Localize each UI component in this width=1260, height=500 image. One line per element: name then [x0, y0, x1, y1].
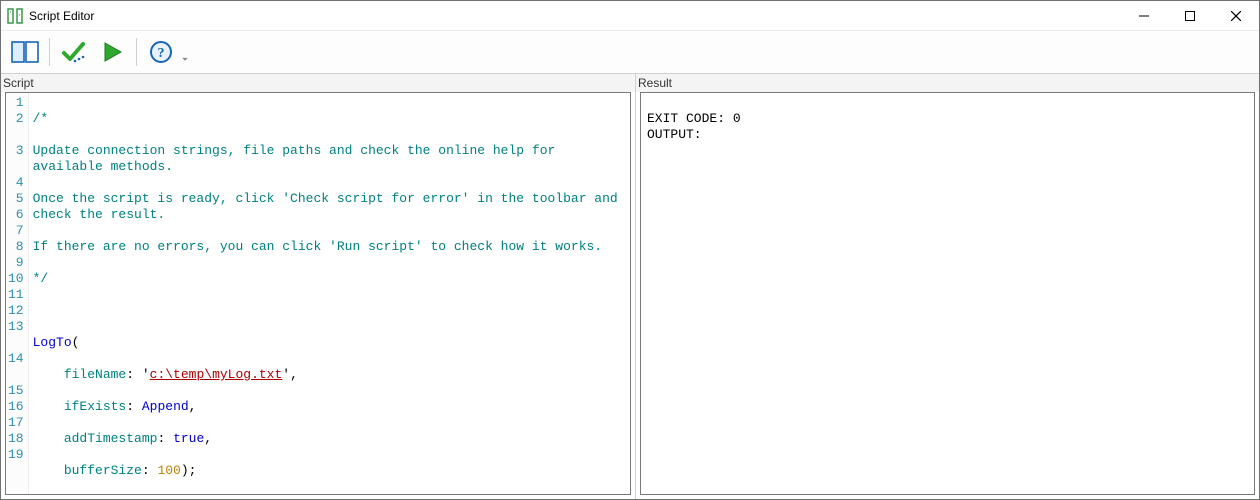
script-pane: Script 1 2 3 4 5 6 7 8 9 10 [1, 74, 636, 499]
minimize-button[interactable] [1121, 1, 1167, 30]
script-pane-label: Script [1, 74, 635, 92]
toolbar: ? ⏷ [1, 31, 1259, 73]
result-pane: Result EXIT CODE: 0 OUTPUT: [636, 74, 1259, 499]
check-script-button[interactable] [56, 36, 92, 68]
app-icon [7, 8, 23, 24]
split-panes: Script 1 2 3 4 5 6 7 8 9 10 [1, 73, 1259, 499]
close-button[interactable] [1213, 1, 1259, 30]
window-title: Script Editor [29, 9, 94, 23]
app-window: Script Editor [0, 0, 1260, 500]
maximize-button[interactable] [1167, 1, 1213, 30]
toolbar-overflow-button[interactable]: ⏷ [181, 44, 189, 60]
toggle-panels-button[interactable] [7, 36, 43, 68]
toolbar-separator [136, 38, 137, 66]
titlebar: Script Editor [1, 1, 1259, 31]
run-script-button[interactable] [94, 36, 130, 68]
svg-text:?: ? [158, 46, 165, 61]
result-exit-code: EXIT CODE: 0 [647, 111, 741, 126]
toolbar-separator [49, 38, 50, 66]
result-output[interactable]: EXIT CODE: 0 OUTPUT: [640, 92, 1255, 495]
result-output-label: OUTPUT: [647, 127, 702, 142]
script-editor[interactable]: 1 2 3 4 5 6 7 8 9 10 11 12 13 [5, 92, 631, 495]
code-area[interactable]: /* Update connection strings, file paths… [29, 93, 630, 495]
help-button[interactable]: ? [143, 36, 179, 68]
result-pane-label: Result [636, 74, 1259, 92]
line-number-gutter: 1 2 3 4 5 6 7 8 9 10 11 12 13 [6, 93, 29, 495]
window-controls [1121, 1, 1259, 30]
